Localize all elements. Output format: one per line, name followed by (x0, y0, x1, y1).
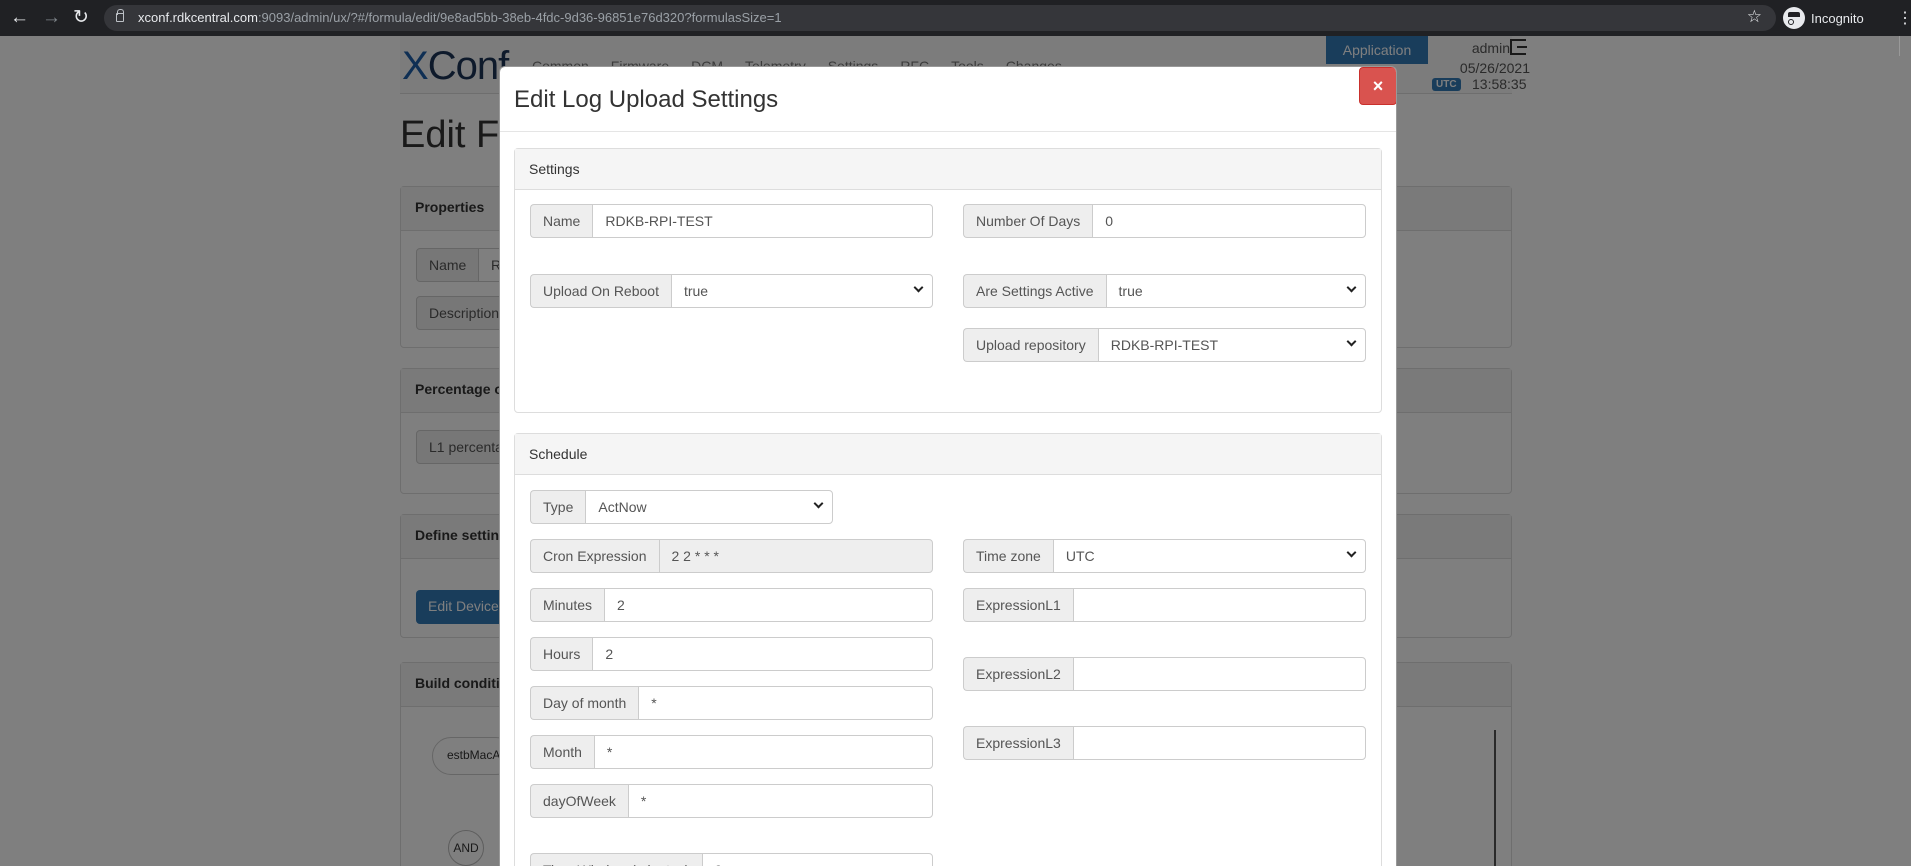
hours-input[interactable]: 2 (592, 637, 933, 671)
month-label: Month (530, 735, 594, 769)
incognito-icon (1783, 7, 1805, 29)
minutes-label: Minutes (530, 588, 605, 622)
expression-l1-input[interactable] (1072, 588, 1366, 622)
hours-group: Hours 2 (530, 637, 933, 671)
minutes-input[interactable]: 2 (604, 588, 933, 622)
upload-repository-select[interactable]: RDKB-RPI-TEST (1097, 328, 1366, 362)
number-of-days-input[interactable]: 0 (1092, 204, 1366, 238)
upload-repository-group: Upload repository RDKB-RPI-TEST (963, 328, 1366, 362)
type-value: ActNow (598, 499, 647, 515)
edit-log-upload-settings-modal: Edit Log Upload Settings × Settings Name… (499, 66, 1397, 866)
back-icon[interactable]: ← (10, 8, 29, 28)
month-input[interactable]: * (593, 735, 933, 769)
incognito-label: Incognito (1811, 10, 1864, 26)
upload-on-reboot-value: true (683, 283, 709, 299)
browser-toolbar: ← → ↻ xconf.rdkcentral.com:9093/admin/ux… (0, 0, 1911, 36)
month-group: Month * (530, 735, 933, 769)
cron-expression-input: 2 2 * * * (658, 539, 933, 573)
settings-active-label: Are Settings Active (963, 274, 1106, 308)
address-bar[interactable]: xconf.rdkcentral.com:9093/admin/ux/?#/fo… (104, 5, 1776, 31)
lock-icon (116, 9, 124, 22)
url-text: xconf.rdkcentral.com:9093/admin/ux/?#/fo… (138, 10, 782, 25)
time-zone-value: UTC (1065, 548, 1095, 564)
cron-expression-label: Cron Expression (530, 539, 659, 573)
kebab-menu-icon[interactable]: ⋮ (1897, 8, 1911, 28)
expression-l2-label: ExpressionL2 (963, 657, 1073, 691)
close-button[interactable]: × (1359, 67, 1396, 105)
chevron-down-icon (1346, 547, 1357, 558)
day-of-week-label: dayOfWeek (530, 784, 628, 818)
number-of-days-input-group: Number Of Days 0 (963, 204, 1366, 238)
modal-title: Edit Log Upload Settings (514, 86, 779, 113)
name-input-group: Name RDKB-RPI-TEST (530, 204, 933, 238)
day-of-month-input[interactable]: * (638, 686, 933, 720)
minutes-group: Minutes 2 (530, 588, 933, 622)
reload-icon[interactable]: ↻ (73, 8, 89, 28)
upload-repository-label: Upload repository (963, 328, 1098, 362)
day-of-week-group: dayOfWeek * (530, 784, 933, 818)
type-select[interactable]: ActNow (585, 490, 833, 524)
expression-l2-group: ExpressionL2 (963, 657, 1366, 691)
page-scrollbar[interactable] (1899, 36, 1911, 56)
time-window-label: Time Window (minutes) (530, 853, 702, 866)
chevron-down-icon (1346, 282, 1357, 293)
settings-active-group: Are Settings Active true (963, 274, 1366, 308)
day-of-month-group: Day of month * (530, 686, 933, 720)
expression-l3-input[interactable] (1072, 726, 1366, 760)
upload-on-reboot-label: Upload On Reboot (530, 274, 671, 308)
chevron-down-icon (813, 498, 824, 509)
number-of-days-label: Number Of Days (963, 204, 1093, 238)
schedule-heading: Schedule (515, 434, 1381, 475)
settings-active-select[interactable]: true (1105, 274, 1366, 308)
forward-icon[interactable]: → (42, 8, 61, 28)
type-group: Type ActNow (530, 490, 833, 524)
type-label: Type (530, 490, 586, 524)
time-zone-select[interactable]: UTC (1052, 539, 1366, 573)
hours-label: Hours (530, 637, 593, 671)
chevron-down-icon (1346, 336, 1357, 347)
incognito-indicator[interactable]: Incognito (1783, 5, 1864, 31)
day-of-week-input[interactable]: * (627, 784, 933, 818)
expression-l2-input[interactable] (1072, 657, 1366, 691)
name-label: Name (530, 204, 593, 238)
chevron-down-icon (913, 282, 924, 293)
upload-repository-value: RDKB-RPI-TEST (1110, 337, 1219, 353)
expression-l1-group: ExpressionL1 (963, 588, 1366, 622)
time-window-group: Time Window (minutes) 0 (530, 853, 933, 866)
time-zone-label: Time zone (963, 539, 1053, 573)
settings-heading: Settings (515, 149, 1381, 190)
time-zone-group: Time zone UTC (963, 539, 1366, 573)
expression-l3-group: ExpressionL3 (963, 726, 1366, 760)
name-input[interactable]: RDKB-RPI-TEST (592, 204, 933, 238)
cron-expression-group: Cron Expression 2 2 * * * (530, 539, 933, 573)
upload-on-reboot-select[interactable]: true (670, 274, 933, 308)
expression-l3-label: ExpressionL3 (963, 726, 1073, 760)
day-of-month-label: Day of month (530, 686, 639, 720)
modal-header: Edit Log Upload Settings (500, 67, 1396, 132)
expression-l1-label: ExpressionL1 (963, 588, 1073, 622)
upload-on-reboot-group: Upload On Reboot true (530, 274, 933, 308)
time-window-input[interactable]: 0 (701, 853, 933, 866)
bookmark-star-icon[interactable]: ☆ (1747, 7, 1762, 27)
settings-active-value: true (1118, 283, 1143, 299)
